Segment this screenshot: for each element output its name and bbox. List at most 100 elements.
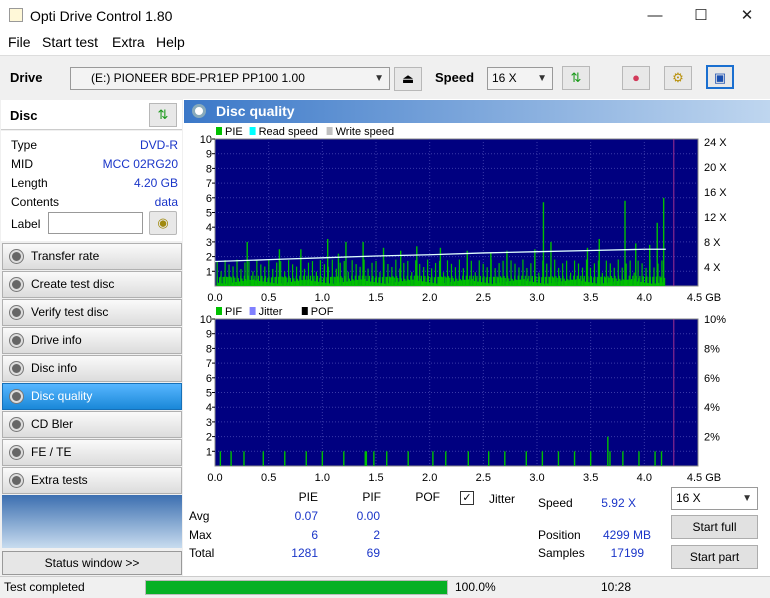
refresh-arrows-icon: ⇅ bbox=[570, 70, 582, 85]
y-tick-label: 2 bbox=[206, 252, 212, 264]
refresh-speed-button[interactable]: ⇅ bbox=[562, 66, 590, 90]
total-label: Total bbox=[189, 546, 215, 560]
x-tick-label: 1.5 bbox=[368, 472, 383, 483]
disc-refresh-button[interactable]: ⇅ bbox=[149, 103, 177, 127]
legend-swatch bbox=[249, 307, 256, 315]
nav-disc-quality[interactable]: Disc quality bbox=[2, 383, 182, 410]
menu-file[interactable]: File bbox=[8, 34, 31, 50]
nav-disc-info[interactable]: Disc info bbox=[2, 355, 182, 382]
max-pie: 6 bbox=[311, 528, 318, 542]
samples-label: Samples bbox=[538, 546, 585, 560]
speed-select-value: 16 X bbox=[492, 71, 517, 85]
x-tick-label: 1.5 bbox=[368, 292, 383, 303]
samples-value: 17199 bbox=[610, 546, 644, 560]
y-tick-label: 5 bbox=[206, 388, 212, 400]
x-tick-label: 4.0 bbox=[637, 292, 652, 303]
toolbar: Drive (E:) PIONEER BDE-PR1EP PP100 1.00 … bbox=[0, 55, 770, 99]
y-tick-label: 7 bbox=[206, 358, 212, 370]
y2-tick-label: 8 X bbox=[704, 237, 721, 249]
pif-chart: PIF Jitter POF 10 9 8 7 6 5 4 3 2 1 10% 8% 6% 4% 2% 0.0 0.5… bbox=[200, 306, 726, 483]
mid-key: MID bbox=[11, 157, 33, 171]
status-window-button[interactable]: Status window >> bbox=[2, 551, 182, 575]
nav-create-test-disc[interactable]: Create test disc bbox=[2, 271, 182, 298]
disc-icon bbox=[10, 390, 23, 403]
menu-start-test[interactable]: Start test bbox=[42, 34, 98, 50]
y-tick-label: 9 bbox=[206, 149, 212, 161]
test-speed-select[interactable]: 16 X ▼ bbox=[671, 487, 758, 510]
y-tick-label: 4 bbox=[206, 402, 212, 414]
panel-title: Disc quality bbox=[216, 103, 295, 119]
progress-percent: 100.0% bbox=[455, 580, 496, 594]
nav-label: Transfer rate bbox=[31, 249, 100, 263]
x-tick-label: 4.5 GB bbox=[687, 472, 721, 483]
nav-label: CD Bler bbox=[31, 417, 74, 431]
disc-icon bbox=[10, 250, 23, 263]
close-button[interactable]: ✕ bbox=[724, 0, 770, 31]
position-label: Position bbox=[538, 528, 581, 542]
type-value: DVD-R bbox=[140, 138, 178, 152]
x-tick-label: 0.0 bbox=[207, 292, 222, 303]
jitter-label: Jitter bbox=[489, 492, 516, 506]
label-disc-button[interactable]: ◉ bbox=[149, 211, 177, 235]
x-tick-label: 0.0 bbox=[207, 472, 222, 483]
menu-help[interactable]: Help bbox=[156, 34, 185, 50]
jitter-checkbox[interactable]: ✓ bbox=[460, 491, 474, 505]
max-pif: 2 bbox=[373, 528, 380, 542]
x-tick-label: 1.0 bbox=[315, 472, 330, 483]
maximize-button[interactable]: ☐ bbox=[678, 0, 724, 31]
nav-label: FE / TE bbox=[31, 445, 72, 459]
y-tick-label: 5 bbox=[206, 208, 212, 220]
menu-extra[interactable]: Extra bbox=[112, 34, 145, 50]
eject-button[interactable]: ⏏ bbox=[394, 67, 422, 91]
nav-label: Disc info bbox=[31, 361, 78, 375]
start-part-button[interactable]: Start part bbox=[671, 545, 758, 569]
legend-label: PIF bbox=[225, 306, 242, 318]
speed-stat-label: Speed bbox=[538, 496, 573, 510]
start-full-button[interactable]: Start full bbox=[671, 515, 758, 539]
x-tick-label: 2.0 bbox=[422, 472, 437, 483]
y2-tick-label: 10% bbox=[704, 314, 726, 326]
nav-fe-te[interactable]: FE / TE bbox=[2, 439, 182, 466]
label-input[interactable] bbox=[48, 212, 143, 234]
erase-button[interactable]: ● bbox=[622, 66, 650, 90]
y-tick-label: 8 bbox=[206, 163, 212, 175]
speed-select[interactable]: 16 X ▼ bbox=[487, 67, 553, 90]
speed-label: Speed bbox=[435, 70, 475, 85]
nav-cd-bler[interactable]: CD Bler bbox=[2, 411, 182, 438]
contents-value: data bbox=[154, 195, 178, 209]
y2-tick-label: 24 X bbox=[704, 137, 727, 149]
disc-icon bbox=[10, 446, 23, 459]
y2-tick-label: 12 X bbox=[704, 212, 727, 224]
y-tick-label: 3 bbox=[206, 237, 212, 249]
minimize-button[interactable]: — bbox=[632, 0, 678, 31]
nav-transfer-rate[interactable]: Transfer rate bbox=[2, 243, 182, 270]
nav-drive-info[interactable]: Drive info bbox=[2, 327, 182, 354]
disc-icon bbox=[10, 474, 23, 487]
nav-verify-test-disc[interactable]: Verify test disc bbox=[2, 299, 182, 326]
y2-tick-label: 4% bbox=[704, 402, 720, 414]
y-tick-label: 10 bbox=[200, 134, 212, 146]
y-tick-label: 6 bbox=[206, 193, 212, 205]
x-tick-label: 3.0 bbox=[529, 472, 544, 483]
drive-select[interactable]: (E:) PIONEER BDE-PR1EP PP100 1.00 ▼ bbox=[70, 67, 390, 90]
y2-tick-label: 8% bbox=[704, 343, 720, 355]
label-key: Label bbox=[11, 217, 41, 231]
settings-button[interactable]: ⚙ bbox=[664, 66, 692, 90]
y2-tick-label: 4 X bbox=[704, 262, 721, 274]
x-tick-label: 3.5 bbox=[583, 472, 598, 483]
x-tick-label: 1.0 bbox=[315, 292, 330, 303]
window-title: Opti Drive Control 1.80 bbox=[30, 8, 173, 24]
menu-bar: File Start test Extra Help bbox=[0, 31, 770, 53]
x-tick-label: 0.5 bbox=[261, 472, 276, 483]
nav-extra-tests[interactable]: Extra tests bbox=[2, 467, 182, 494]
progress-fill bbox=[146, 581, 447, 594]
legend-label: Write speed bbox=[336, 126, 395, 138]
total-pif: 69 bbox=[366, 546, 380, 560]
save-button[interactable]: ▣ bbox=[706, 65, 734, 89]
y-tick-label: 1 bbox=[206, 266, 212, 278]
position-value: 4299 MB bbox=[602, 528, 651, 542]
progress-bar bbox=[145, 580, 448, 595]
speed-stat-value: 5.92 X bbox=[601, 496, 636, 510]
avg-pie: 0.07 bbox=[294, 509, 318, 523]
legend-swatch bbox=[216, 307, 222, 315]
